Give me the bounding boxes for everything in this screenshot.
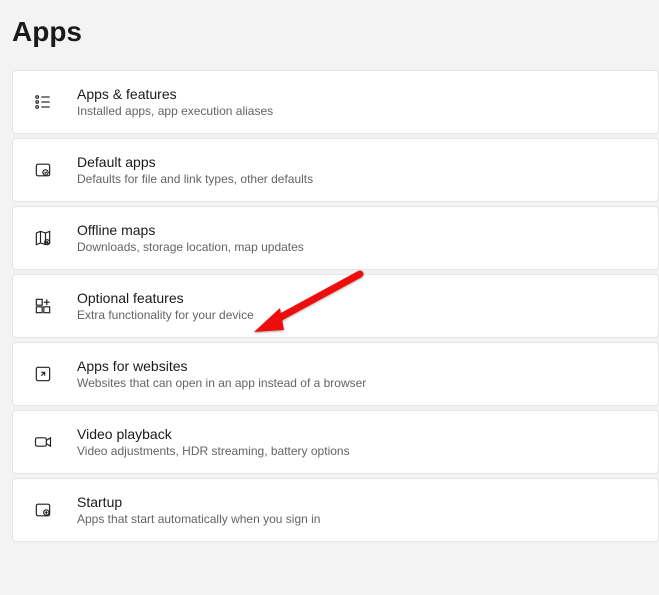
apps-for-websites-icon (31, 362, 55, 386)
startup-icon (31, 498, 55, 522)
item-desc: Extra functionality for your device (77, 308, 254, 322)
apps-features-icon (31, 90, 55, 114)
page-title: Apps (0, 0, 659, 70)
item-title: Apps & features (77, 86, 273, 102)
item-desc: Apps that start automatically when you s… (77, 512, 320, 526)
item-desc: Defaults for file and link types, other … (77, 172, 313, 186)
apps-list: Apps & features Installed apps, app exec… (0, 70, 659, 542)
item-desc: Installed apps, app execution aliases (77, 104, 273, 118)
item-title: Startup (77, 494, 320, 510)
offline-maps-item[interactable]: Offline maps Downloads, storage location… (12, 206, 659, 270)
item-title: Apps for websites (77, 358, 366, 374)
default-apps-icon (31, 158, 55, 182)
default-apps-item[interactable]: Default apps Defaults for file and link … (12, 138, 659, 202)
video-playback-item[interactable]: Video playback Video adjustments, HDR st… (12, 410, 659, 474)
item-desc: Downloads, storage location, map updates (77, 240, 304, 254)
item-title: Optional features (77, 290, 254, 306)
optional-features-icon (31, 294, 55, 318)
offline-maps-icon (31, 226, 55, 250)
item-desc: Websites that can open in an app instead… (77, 376, 366, 390)
startup-item[interactable]: Startup Apps that start automatically wh… (12, 478, 659, 542)
video-playback-icon (31, 430, 55, 454)
optional-features-item[interactable]: Optional features Extra functionality fo… (12, 274, 659, 338)
item-title: Default apps (77, 154, 313, 170)
item-title: Offline maps (77, 222, 304, 238)
apps-and-features-item[interactable]: Apps & features Installed apps, app exec… (12, 70, 659, 134)
apps-for-websites-item[interactable]: Apps for websites Websites that can open… (12, 342, 659, 406)
item-title: Video playback (77, 426, 350, 442)
item-desc: Video adjustments, HDR streaming, batter… (77, 444, 350, 458)
